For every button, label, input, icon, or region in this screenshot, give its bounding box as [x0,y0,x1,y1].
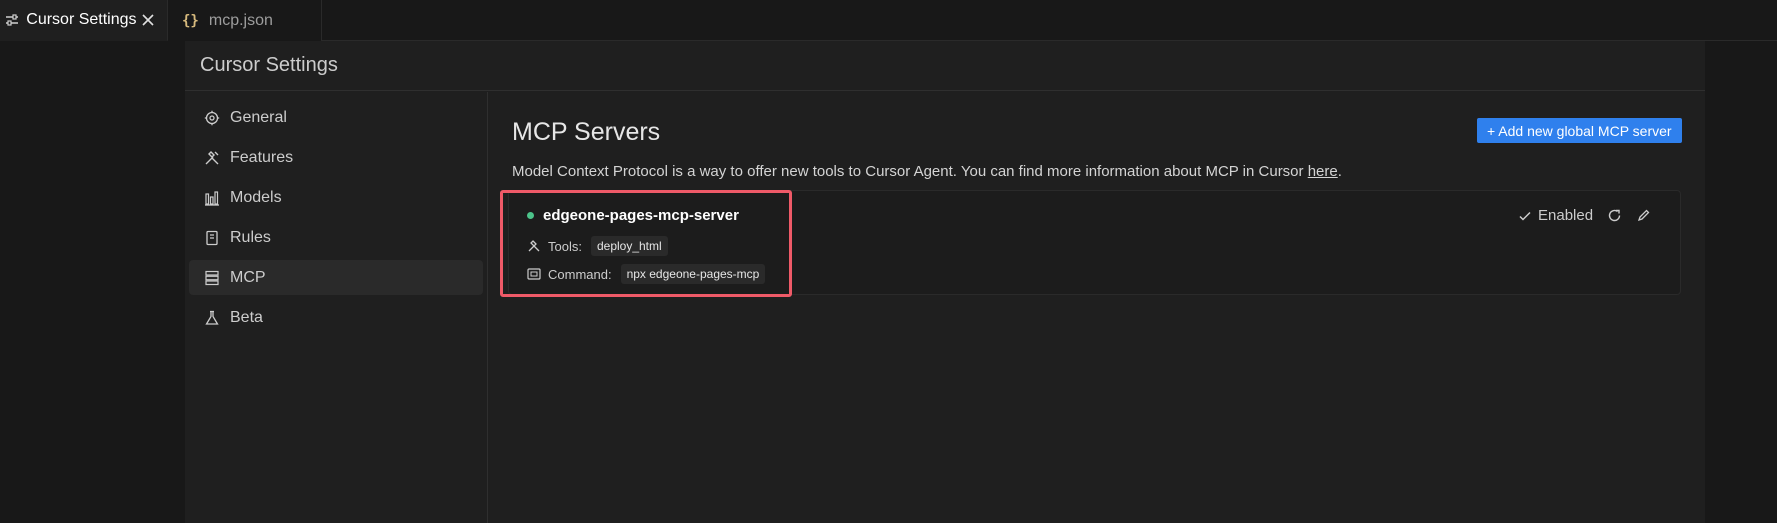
sidebar-item-label: Rules [230,228,271,246]
gear-icon [204,110,220,126]
wrench-icon [527,239,541,253]
tab-label: mcp.json [208,11,273,29]
tab-bar: Cursor Settings {} mcp.json [0,0,1777,41]
server-name: edgeone-pages-mcp-server [543,207,739,224]
enabled-label: Enabled [1538,207,1594,224]
sidebar-item-mcp[interactable]: MCP [189,260,483,295]
description-text: Model Context Protocol is a way to offer… [512,163,1304,180]
add-global-mcp-server-button[interactable]: + Add new global MCP server [1477,118,1682,143]
settings-sidebar: General Features Models Rules MCP Beta [185,92,488,523]
tools-icon [204,150,220,166]
tools-row: Tools: deploy_html [527,236,668,256]
sidebar-item-label: Beta [230,308,263,326]
sidebar-item-label: MCP [230,268,266,286]
close-icon[interactable] [141,12,155,28]
status-indicator [527,212,534,219]
braces-icon: {} [182,12,199,29]
tool-chip: deploy_html [590,236,668,256]
app: Cursor Settings {} mcp.json Cursor Setti… [0,0,1777,523]
check-icon [1519,211,1531,221]
tab-label: Cursor Settings [26,11,137,28]
command-label: Command: [548,266,612,282]
sidebar-item-features[interactable]: Features [189,140,483,175]
bar-chart-icon [204,190,220,206]
server-controls: Enabled [1518,207,1651,224]
sidebar-item-label: Features [230,148,294,166]
flask-icon [204,310,220,326]
mcp-servers-heading: MCP Servers [512,118,661,146]
server-stack-icon [204,270,220,286]
here-link[interactable]: here [1308,163,1338,180]
sidebar-item-beta[interactable]: Beta [189,300,483,335]
tab-mcp-json[interactable]: {} mcp.json [168,0,322,41]
sidebar-item-models[interactable]: Models [189,180,483,215]
tools-label: Tools: [548,238,582,254]
mcp-description: Model Context Protocol is a way to offer… [512,163,1342,180]
terminal-icon [527,267,541,281]
tab-cursor-settings[interactable]: Cursor Settings [0,0,168,41]
sidebar-item-general[interactable]: General [189,100,483,135]
refresh-icon[interactable] [1607,208,1622,223]
sidebar-item-label: Models [230,188,282,206]
enabled-toggle[interactable]: Enabled [1518,207,1593,224]
description-period: . [1337,163,1342,180]
command-row: Command: npx edgeone-pages-mcp [527,264,766,284]
edit-pencil-icon[interactable] [1636,208,1651,223]
sliders-icon [4,11,20,29]
sidebar-item-label: General [230,108,287,126]
book-icon [204,230,220,246]
command-chip: npx edgeone-pages-mcp [620,264,766,284]
sidebar-item-rules[interactable]: Rules [189,220,483,255]
page-title: Cursor Settings [185,41,1705,91]
